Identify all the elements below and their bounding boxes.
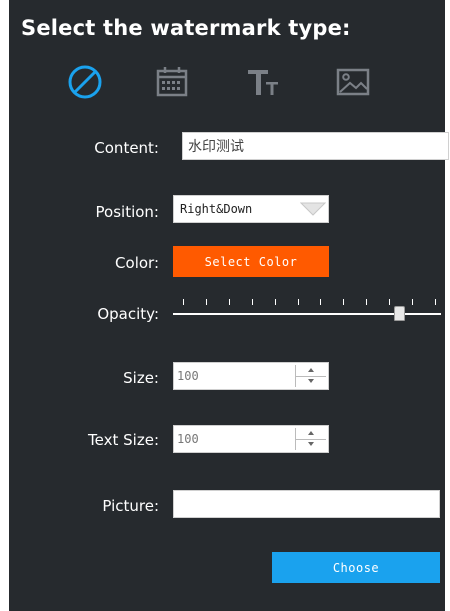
text-icon[interactable] — [244, 62, 284, 102]
slider-tick — [343, 299, 344, 305]
picture-path-input[interactable] — [173, 490, 440, 518]
content-label: Content: — [94, 139, 159, 157]
size-spinner[interactable] — [173, 362, 329, 390]
color-label: Color: — [115, 254, 159, 272]
image-icon[interactable] — [333, 62, 373, 102]
text-size-spinner[interactable] — [173, 425, 329, 453]
text-size-decrement-button[interactable] — [296, 439, 326, 450]
slider-tick — [275, 299, 276, 305]
size-label: Size: — [123, 369, 159, 387]
opacity-label: Opacity: — [97, 305, 159, 323]
slider-tick — [412, 299, 413, 305]
chevron-down-icon — [300, 202, 326, 216]
slider-tick — [252, 299, 253, 305]
select-color-button[interactable]: Select Color — [173, 246, 329, 277]
panel-title: Select the watermark type: — [21, 16, 351, 40]
calendar-icon[interactable] — [152, 62, 192, 102]
content-input[interactable] — [182, 132, 449, 160]
slider-tick — [229, 299, 230, 305]
slider-tick — [183, 299, 184, 305]
size-decrement-button[interactable] — [296, 376, 326, 387]
slider-tick — [298, 299, 299, 305]
opacity-slider[interactable] — [173, 296, 441, 326]
none-icon[interactable] — [65, 62, 105, 102]
picture-label: Picture: — [102, 497, 159, 515]
slider-tick — [206, 299, 207, 305]
position-select[interactable]: Right&Down — [173, 195, 329, 223]
slider-thumb[interactable] — [394, 306, 405, 321]
watermark-panel: Select the watermark type: Content: 水印测试… — [9, 0, 449, 611]
position-label: Position: — [95, 203, 159, 221]
slider-tick — [435, 299, 436, 305]
text-size-label: Text Size: — [88, 431, 159, 449]
slider-tick — [389, 299, 390, 305]
slider-tick — [366, 299, 367, 305]
text-size-input[interactable] — [174, 426, 294, 452]
slider-tick — [320, 299, 321, 305]
position-value: Right&Down — [180, 202, 253, 216]
choose-button[interactable]: Choose — [272, 552, 440, 583]
size-input[interactable] — [174, 363, 294, 389]
